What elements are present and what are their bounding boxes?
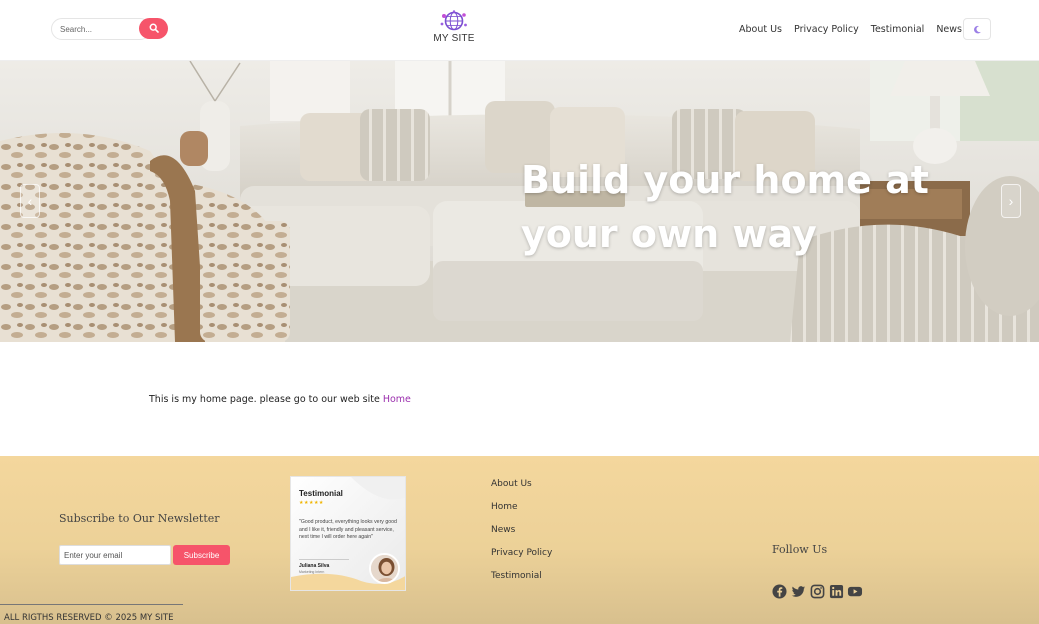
testimonial-card[interactable]: Testimonial ★★★★★ "Good product, everyth… [290, 476, 406, 591]
hero-carousel: Build your home at your own way ‹ › [0, 61, 1039, 342]
follow-us-title: Follow Us [772, 543, 828, 556]
nav-link-about-us[interactable]: About Us [739, 24, 782, 35]
footer-link-testimonial[interactable]: Testimonial [491, 570, 552, 593]
social-links [771, 583, 863, 599]
testimonial-author: Juliana Silva [299, 563, 330, 569]
youtube-icon[interactable] [847, 583, 863, 599]
carousel-prev-button[interactable]: ‹ [20, 184, 40, 218]
hero-headline: Build your home at your own way [521, 158, 929, 256]
twitter-icon[interactable] [790, 583, 806, 599]
testimonial-author-role: Marketing Intern [299, 570, 325, 574]
intro-text: This is my home page. please go to our w… [149, 394, 383, 405]
nav-link-privacy-policy[interactable]: Privacy Policy [794, 24, 859, 35]
search-button[interactable] [139, 18, 168, 39]
search-icon [149, 21, 159, 36]
footer-link-news[interactable]: News [491, 524, 552, 547]
footer-link-home[interactable]: Home [491, 501, 552, 524]
footer-divider [0, 604, 183, 605]
footer-links: About Us Home News Privacy Policy Testim… [491, 478, 552, 593]
logo-icon [440, 10, 467, 31]
testimonial-divider [299, 559, 349, 560]
testimonial-quote: "Good product, everything looks very goo… [299, 519, 397, 541]
footer-link-about-us[interactable]: About Us [491, 478, 552, 501]
main-nav: About Us Privacy Policy Testimonial News [739, 24, 962, 35]
instagram-icon[interactable] [809, 583, 825, 599]
home-link[interactable]: Home [383, 394, 411, 405]
intro-paragraph: This is my home page. please go to our w… [149, 394, 411, 405]
linkedin-icon[interactable] [828, 583, 844, 599]
site-header: MY SITE About Us Privacy Policy Testimon… [0, 0, 1039, 61]
subscribe-button[interactable]: Subscribe [173, 545, 230, 565]
carousel-next-button[interactable]: › [1001, 184, 1021, 218]
testimonial-title: Testimonial [299, 489, 343, 498]
rating-stars: ★★★★★ [299, 500, 324, 506]
facebook-icon[interactable] [771, 583, 787, 599]
site-logo[interactable]: MY SITE [431, 10, 477, 50]
avatar [369, 553, 400, 584]
site-footer: Subscribe to Our Newsletter Subscribe Te… [0, 456, 1039, 624]
newsletter-title: Subscribe to Our Newsletter [59, 512, 220, 525]
nav-link-news[interactable]: News [936, 24, 962, 35]
chevron-right-icon: › [1008, 193, 1014, 209]
copyright-text: ALL RIGTHS RESERVED © 2025 MY SITE [4, 613, 174, 623]
moon-icon [973, 25, 981, 33]
newsletter-email-input[interactable] [59, 545, 171, 565]
search-input[interactable] [51, 18, 151, 40]
nav-link-testimonial[interactable]: Testimonial [871, 24, 925, 35]
dark-mode-toggle[interactable] [963, 18, 991, 40]
chevron-left-icon: ‹ [27, 193, 33, 209]
site-name: MY SITE [433, 33, 475, 44]
footer-link-privacy-policy[interactable]: Privacy Policy [491, 547, 552, 570]
